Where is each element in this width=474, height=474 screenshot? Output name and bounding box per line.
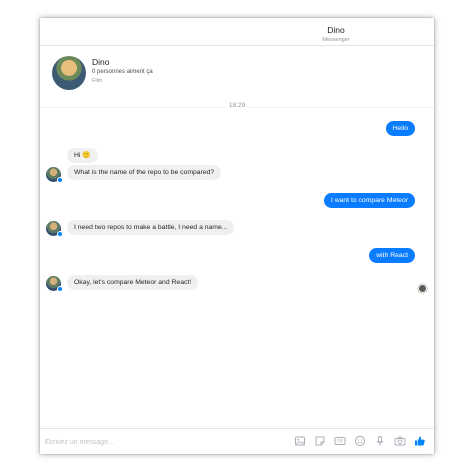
seen-indicator-avatar: [418, 284, 427, 293]
page-profile: Dino 0 personnes aiment ça Film: [52, 56, 412, 96]
outgoing-message[interactable]: with React: [369, 248, 415, 263]
page-avatar[interactable]: [52, 56, 86, 90]
messenger-window: Dino Messenger Dino 0 personnes aiment ç…: [40, 18, 434, 454]
message-composer: GIF: [40, 428, 434, 454]
outgoing-message[interactable]: Hello: [385, 121, 415, 136]
page-name[interactable]: Dino: [92, 57, 109, 67]
incoming-message[interactable]: Okay, let's compare Meteor and React!: [67, 275, 199, 290]
conversation-header: Dino Messenger: [40, 18, 434, 46]
page-category: Film: [92, 78, 103, 84]
gif-icon[interactable]: GIF: [333, 434, 347, 448]
thumbs-up-icon[interactable]: [413, 434, 427, 448]
sticker-icon[interactable]: [313, 434, 327, 448]
outgoing-message[interactable]: I want to compare Meteor: [323, 193, 415, 208]
messenger-badge-icon: [57, 286, 63, 292]
microphone-icon[interactable]: [373, 434, 387, 448]
thread-timestamp: 18:29: [40, 102, 434, 109]
message-input[interactable]: [45, 435, 245, 449]
emoji-icon[interactable]: [353, 434, 367, 448]
conversation-title: Dino: [327, 25, 345, 35]
camera-icon[interactable]: [393, 434, 407, 448]
sender-avatar[interactable]: [46, 276, 63, 292]
incoming-message[interactable]: I need two repos to make a battle, I nee…: [67, 220, 235, 235]
sender-avatar[interactable]: [46, 167, 63, 183]
incoming-message[interactable]: What is the name of the repo to be compa…: [67, 165, 222, 180]
messenger-badge-icon: [57, 231, 63, 237]
page-likes: 0 personnes aiment ça: [92, 69, 153, 75]
messenger-badge-icon: [57, 177, 63, 183]
svg-text:GIF: GIF: [337, 439, 344, 444]
incoming-message[interactable]: Hi 🙂: [67, 148, 98, 163]
image-icon[interactable]: [293, 434, 307, 448]
sender-avatar[interactable]: [46, 221, 63, 237]
timestamp-text: 18:29: [224, 102, 250, 109]
conversation-subtitle: Messenger: [322, 37, 350, 43]
